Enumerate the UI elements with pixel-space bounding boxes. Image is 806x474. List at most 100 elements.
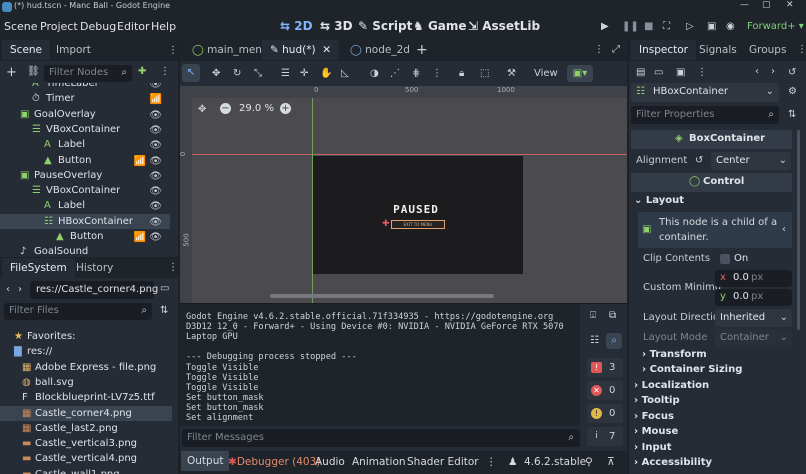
link-icon[interactable]: ⛓	[27, 66, 40, 77]
tab-inspector[interactable]: Inspector	[631, 40, 696, 60]
play-custom-icon[interactable]: ▣	[707, 21, 716, 32]
error-counter[interactable]: ! 3	[587, 358, 623, 377]
object-menu-icon[interactable]: ⚙	[788, 86, 797, 97]
workspace-script[interactable]: ✎ Script	[358, 19, 412, 33]
history-forward-icon[interactable]: ›	[771, 66, 775, 77]
file-item[interactable]: ▦ Castle_corner4.png	[0, 405, 172, 421]
copy-log-icon[interactable]: ⧉	[609, 310, 616, 321]
group-icon[interactable]: ⬚	[480, 68, 489, 79]
lock-icon[interactable]: 🔒︎	[459, 68, 464, 79]
layout-direction-select[interactable]: Inherited ⌄	[715, 309, 792, 327]
section-mouse[interactable]: › Mouse	[634, 426, 678, 437]
history-icon[interactable]: ↺	[788, 67, 796, 78]
node-selector[interactable]: ☷ HBoxContainer ⌄	[631, 83, 779, 102]
tab-debugger[interactable]: ✱Debugger (403)	[228, 456, 320, 468]
file-item[interactable]: ▬ Castle_vertical4.png	[0, 451, 172, 466]
bottom-menu-icon[interactable]: ⋮	[486, 456, 497, 468]
scene-tree-node[interactable]: ▲ Button 📶 👁	[0, 229, 170, 244]
file-item[interactable]: ▬ Castle_wall1.png	[0, 467, 172, 474]
filter-log-icon[interactable]: ⌕	[606, 333, 622, 349]
movie-icon[interactable]: ◉	[726, 21, 735, 32]
file-item[interactable]: ▦ Castle_last2.png	[0, 421, 172, 436]
collapse-panel-icon[interactable]: ⊼	[607, 456, 615, 468]
warning-counter[interactable]: ! 0	[587, 404, 623, 423]
file-item[interactable]: F Blockblueprint-LV7z5.ttf	[0, 390, 172, 405]
visibility-icon[interactable]: 👁	[149, 199, 162, 214]
script-attach-icon[interactable]: ✚	[138, 66, 146, 77]
view-move-icon[interactable]: ✥	[198, 104, 206, 115]
visibility-icon[interactable]: 👁	[149, 123, 162, 138]
min-x-field[interactable]: x 0.0 px	[715, 270, 792, 287]
pivot-icon[interactable]: ✛	[300, 68, 308, 79]
maximize-button[interactable]: ▢	[762, 0, 771, 10]
play-scene-icon[interactable]: ▷	[686, 21, 694, 32]
file-item[interactable]: ▦ Adobe Express - file.png	[0, 360, 172, 375]
distraction-free-icon[interactable]: ⤢	[612, 44, 620, 55]
viewport-2d[interactable]: 0 500 1000 0 500 ✥ − 29.0 % + PAUSED EXI…	[180, 86, 627, 303]
tab-output[interactable]: Output	[181, 451, 230, 471]
pan-icon[interactable]: ✋	[320, 68, 332, 79]
tab-scene[interactable]: Scene	[2, 40, 51, 60]
scene-tree-node[interactable]: ☰ VBoxContainer 👁	[0, 122, 170, 137]
file-item[interactable]: ▬ Castle_vertical3.png	[0, 436, 172, 451]
scene-tree-node[interactable]: A TimeLabel 👁	[0, 83, 170, 91]
scene-tree-node[interactable]: ▣ GoalOverlay 👁	[0, 107, 170, 122]
zoom-level[interactable]: 29.0 %	[239, 103, 274, 114]
clip-contents-checkbox[interactable]	[720, 254, 730, 264]
zoom-in-icon[interactable]: +	[280, 103, 291, 114]
add-node-icon[interactable]: +	[6, 65, 17, 80]
tab-shader-editor[interactable]: Shader Editor	[407, 456, 479, 468]
rotate-mode-icon[interactable]: ↻	[233, 68, 241, 79]
section-container-sizing[interactable]: › Container Sizing	[642, 364, 742, 375]
snap-menu-icon[interactable]: ⋮	[432, 68, 442, 79]
collapse-log-icon[interactable]: ☷	[590, 335, 599, 346]
scene-tree-node[interactable]: ⏱ Timer 📶	[0, 91, 170, 106]
tab-node-2d[interactable]: ◯ node_2d	[342, 40, 418, 60]
clear-log-icon[interactable]: ⍗	[590, 310, 596, 321]
workspace-game[interactable]: ♞ Game	[413, 19, 467, 33]
stop-icon[interactable]: ■	[644, 21, 653, 32]
filter-nodes-input[interactable]: Filter Nodes ⌕	[44, 65, 132, 82]
forward-icon[interactable]: ›	[18, 284, 22, 295]
visibility-icon[interactable]: 📶 👁	[134, 154, 162, 169]
minimize-button[interactable]: —	[740, 0, 749, 10]
version-label[interactable]: 4.6.2.stable	[524, 456, 586, 468]
menu-debug[interactable]: Debug	[80, 20, 116, 33]
file-item[interactable]: ▇ res://	[0, 344, 172, 359]
view-menu[interactable]: View	[534, 68, 558, 79]
message-counter[interactable]: i7	[587, 427, 623, 446]
section-accessibility[interactable]: › Accessibility	[634, 457, 712, 468]
path-field[interactable]: res://Castle_corner4.png	[30, 281, 158, 299]
alignment-select[interactable]: Center ⌄	[711, 152, 791, 170]
revert-icon[interactable]: ↺	[695, 155, 703, 166]
exit-to-menu-button[interactable]: EXIT TO MENU	[391, 220, 445, 229]
fs-menu-icon[interactable]: ⋮	[168, 262, 178, 273]
filter-properties-input[interactable]: Filter Properties ⌕	[631, 106, 779, 124]
remote-debug-icon[interactable]: ⛶	[663, 21, 670, 32]
tab-audio[interactable]: Audio	[315, 456, 345, 468]
history-back-icon[interactable]: ‹	[755, 66, 759, 77]
menu-help[interactable]: Help	[151, 20, 176, 33]
tabs-menu-icon[interactable]: ⋮	[594, 44, 604, 55]
filter-files-input[interactable]: Filter Files ⌕	[4, 303, 152, 320]
new-resource-icon[interactable]: ▤	[636, 67, 645, 78]
scale-mode-icon[interactable]: ⤡	[254, 68, 262, 79]
select-mode-icon[interactable]: ↖	[182, 64, 200, 82]
section-transform[interactable]: › Transform	[642, 349, 707, 360]
close-window-button[interactable]: ✕	[786, 0, 794, 10]
section-input[interactable]: › Input	[634, 442, 672, 453]
close-tab-icon[interactable]: ✕	[322, 44, 331, 56]
list-select-icon[interactable]: ☰	[281, 68, 290, 79]
play-icon[interactable]: ▶	[601, 21, 609, 32]
section-tooltip[interactable]: › Tooltip	[634, 395, 680, 406]
scene-tree-node[interactable]: A Label 👁	[0, 198, 170, 213]
visibility-icon[interactable]: 📶	[150, 92, 162, 107]
ruler-icon[interactable]: ◺	[341, 68, 349, 79]
file-item[interactable]: ◍ ball.svg	[0, 375, 172, 390]
layout-preset-icon[interactable]: ▣▾	[567, 65, 593, 82]
workspace-3d[interactable]: ⇆ 3D	[320, 19, 353, 33]
file-item[interactable]: ★ Favorites:	[0, 329, 172, 344]
grid-snap-icon[interactable]: ⋕	[412, 68, 420, 79]
tab-groups[interactable]: Groups	[741, 40, 794, 60]
menu-scene[interactable]: Scene	[4, 20, 38, 33]
